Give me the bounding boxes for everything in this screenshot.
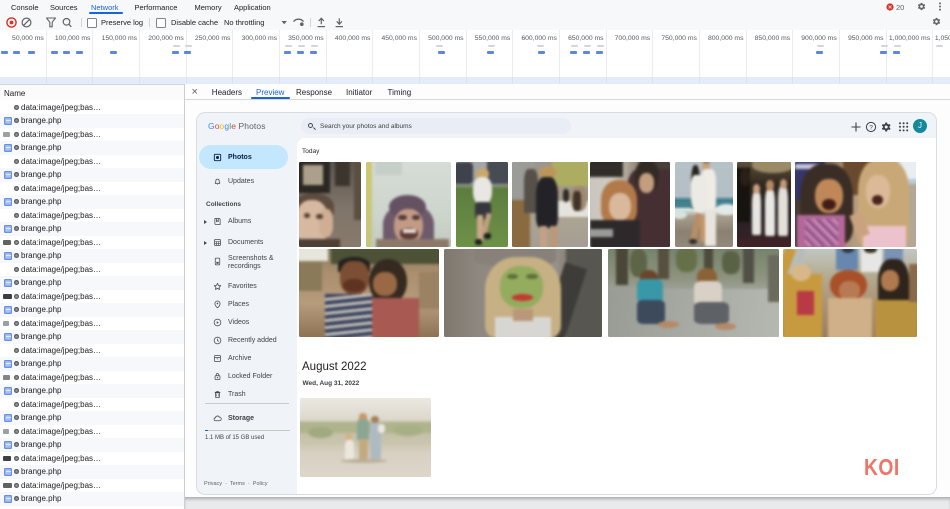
svg-text:?: ? — [869, 124, 873, 131]
